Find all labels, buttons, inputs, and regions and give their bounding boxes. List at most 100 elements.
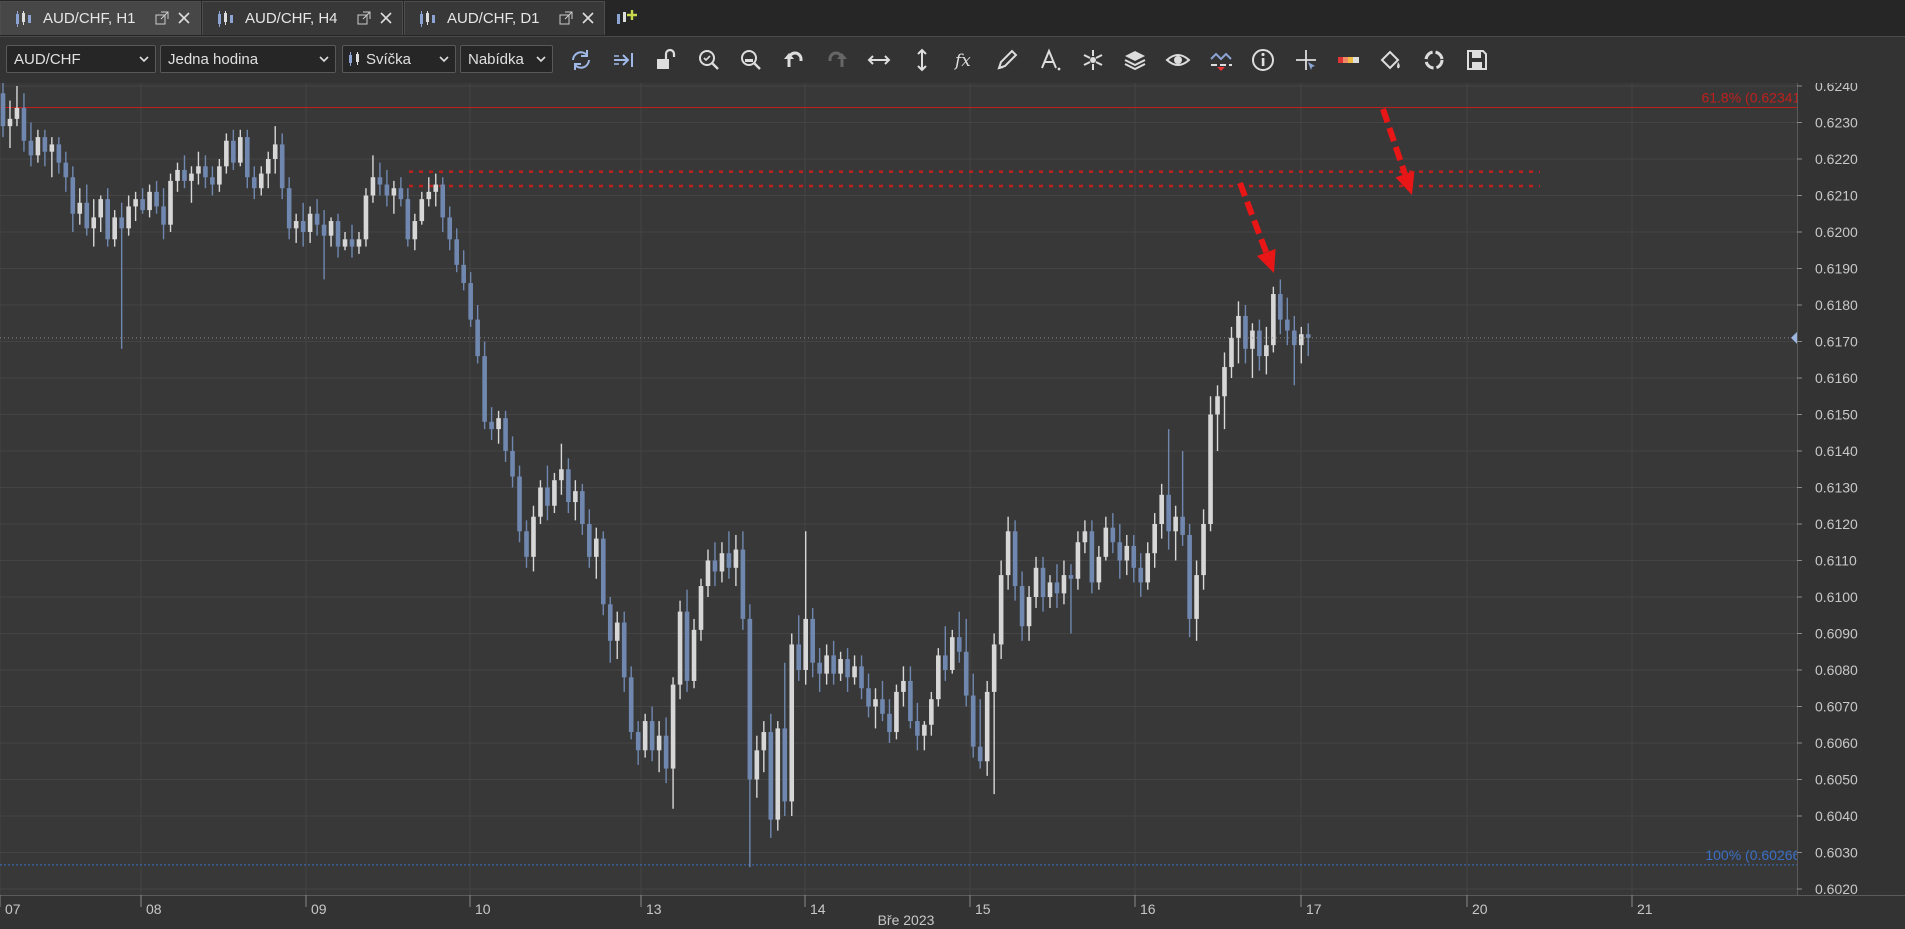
refresh-button[interactable] bbox=[566, 45, 596, 75]
candle-body bbox=[998, 575, 1004, 645]
bullish-candle bbox=[936, 648, 941, 707]
candle-body bbox=[377, 177, 383, 185]
candle-body bbox=[1298, 334, 1304, 346]
candle-body bbox=[56, 144, 62, 163]
redo-button[interactable] bbox=[822, 45, 852, 75]
y-tick-label: 0.6140 bbox=[1815, 443, 1858, 459]
y-tick-label: 0.6150 bbox=[1815, 407, 1858, 423]
crosshair-button[interactable] bbox=[1291, 45, 1321, 75]
candle-body bbox=[859, 666, 864, 689]
vertical-fit-button[interactable] bbox=[907, 45, 937, 75]
zoom-out-button[interactable] bbox=[736, 45, 766, 75]
candle-body bbox=[977, 746, 983, 762]
detach-icon[interactable] bbox=[558, 10, 574, 26]
candle-body bbox=[621, 622, 627, 678]
close-icon[interactable] bbox=[176, 10, 192, 26]
close-icon[interactable] bbox=[378, 10, 394, 26]
candle-body bbox=[880, 699, 885, 714]
lock-button[interactable] bbox=[651, 45, 681, 75]
candle-body bbox=[1173, 516, 1178, 532]
detach-icon[interactable] bbox=[154, 10, 170, 26]
undo-button[interactable] bbox=[779, 45, 809, 75]
candle-body bbox=[754, 750, 760, 780]
close-icon[interactable] bbox=[580, 10, 596, 26]
candle-body bbox=[265, 159, 271, 174]
candle-body bbox=[845, 659, 850, 678]
price-type-select[interactable]: Nabídka bbox=[460, 45, 553, 73]
vertical-fit-icon bbox=[917, 48, 927, 72]
zoom-in-button[interactable] bbox=[694, 45, 724, 75]
candle-body bbox=[559, 469, 564, 481]
y-tick-label: 0.6100 bbox=[1815, 589, 1858, 605]
timeframe-select[interactable]: Jedna hodina bbox=[160, 45, 336, 73]
candle-body bbox=[705, 560, 711, 587]
paint-button[interactable] bbox=[1376, 45, 1406, 75]
candle-body bbox=[84, 202, 90, 229]
candle-body bbox=[670, 684, 676, 769]
candle-body bbox=[649, 721, 655, 751]
candle-body bbox=[1194, 575, 1199, 619]
candle-body bbox=[251, 177, 257, 189]
bullish-candle bbox=[363, 188, 369, 247]
candle-body bbox=[810, 618, 815, 663]
chart-type-select[interactable]: Svíčka bbox=[342, 45, 456, 73]
y-tick-label: 0.6240 bbox=[1815, 83, 1858, 94]
scroll-right-button[interactable] bbox=[609, 45, 639, 75]
candle-body bbox=[349, 239, 355, 247]
redo-icon bbox=[828, 51, 847, 67]
price-chart[interactable]: 61.8% (0.62341)100% (0.60266) 0.61710 0.… bbox=[0, 83, 1905, 929]
tab-audchf-d1[interactable]: AUD/CHF, D1 bbox=[404, 1, 605, 35]
candle-body bbox=[873, 699, 878, 707]
candle-body bbox=[915, 721, 920, 736]
layers-button[interactable] bbox=[1120, 45, 1150, 75]
candle-body bbox=[1305, 334, 1311, 338]
detach-icon[interactable] bbox=[356, 10, 372, 26]
text-icon bbox=[1041, 48, 1061, 71]
text-button[interactable] bbox=[1035, 45, 1065, 75]
candle-body bbox=[726, 553, 732, 568]
chart-canvas[interactable]: 61.8% (0.62341)100% (0.60266) 0.61710 0.… bbox=[0, 83, 1905, 929]
draw-button[interactable] bbox=[992, 45, 1022, 75]
y-tick-label: 0.6160 bbox=[1815, 370, 1858, 386]
candle-body bbox=[922, 724, 927, 736]
cycle-button[interactable] bbox=[1419, 45, 1449, 75]
x-tick-label: 09 bbox=[311, 901, 327, 917]
candle-body bbox=[342, 239, 348, 247]
candle-body bbox=[126, 206, 131, 229]
candle-body bbox=[503, 418, 508, 451]
candle-body bbox=[656, 735, 662, 751]
candle-body bbox=[307, 213, 313, 232]
add-chart-icon[interactable] bbox=[614, 6, 640, 30]
candle-body bbox=[677, 611, 683, 685]
y-tick-label: 0.6120 bbox=[1815, 516, 1858, 532]
candle-body bbox=[838, 659, 843, 674]
candle-body bbox=[1243, 315, 1248, 349]
candle-body bbox=[747, 618, 753, 780]
x-tick-label: 08 bbox=[146, 901, 162, 917]
objects-button[interactable] bbox=[1078, 45, 1108, 75]
save-button[interactable] bbox=[1462, 45, 1492, 75]
candle-body bbox=[189, 173, 194, 181]
indicators-button[interactable] bbox=[1206, 45, 1236, 75]
heatmap-button[interactable] bbox=[1334, 45, 1364, 75]
candle-body bbox=[1257, 330, 1262, 357]
tab-audchf-h4[interactable]: AUD/CHF, H4 bbox=[202, 1, 403, 35]
info-button[interactable] bbox=[1248, 45, 1278, 75]
candle-body bbox=[1145, 553, 1151, 583]
candle-body bbox=[594, 538, 599, 557]
candle-body bbox=[258, 173, 264, 189]
symbol-select[interactable]: AUD/CHF bbox=[6, 45, 156, 73]
visibility-button[interactable] bbox=[1163, 45, 1193, 75]
candle-body bbox=[272, 144, 278, 159]
candle-body bbox=[321, 224, 327, 236]
candle-body bbox=[936, 655, 941, 700]
candle-body bbox=[42, 137, 48, 152]
bearish-candle bbox=[628, 666, 634, 740]
candle-body bbox=[1187, 534, 1192, 619]
function-button[interactable]: fx bbox=[950, 45, 980, 75]
tab-audchf-h1[interactable]: AUD/CHF, H1 bbox=[0, 1, 201, 35]
candle-body bbox=[133, 199, 138, 207]
candle-body bbox=[35, 137, 41, 156]
horizontal-fit-button[interactable] bbox=[864, 45, 894, 75]
candle-body bbox=[684, 611, 690, 681]
